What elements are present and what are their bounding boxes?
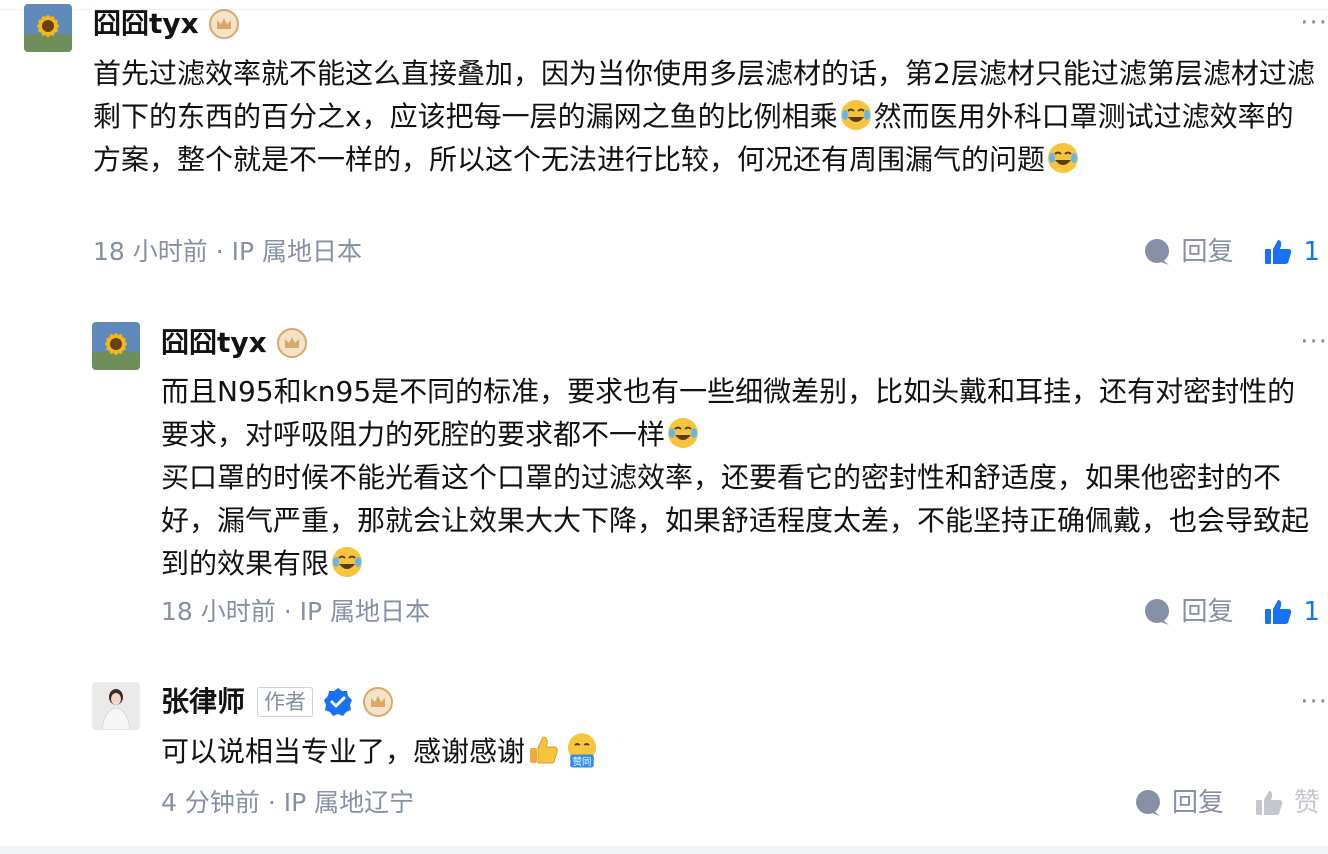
crown-badge-icon <box>208 9 239 39</box>
username-text[interactable]: 张律师 <box>161 684 245 720</box>
more-options-button[interactable]: ··· <box>1288 689 1328 715</box>
avatar[interactable] <box>92 682 140 730</box>
comment-actions: 回复 赞 <box>1134 787 1320 819</box>
comment-time: 4 分钟前 <box>161 788 260 817</box>
reply-bubble-icon <box>1135 790 1160 816</box>
username[interactable]: 张律师 作者 <box>161 684 394 720</box>
meta-separator: · <box>283 597 292 626</box>
like-count[interactable]: 1 <box>1303 596 1320 628</box>
comment-actions: 回复 1 <box>1143 596 1320 628</box>
comment-paragraph: 首先过滤效率就不能这么直接叠加，因为当你使用多层滤材的话，第2层滤材只能过滤第层… <box>93 52 1318 181</box>
comment-content: 而且N95和kn95是不同的标准，要求也有一些细微差别，比如头戴和耳挂，还有对密… <box>161 370 1311 585</box>
reply-button[interactable]: 回复 <box>1143 596 1233 628</box>
more-options-button[interactable]: ··· <box>1288 10 1328 36</box>
comment-content: 首先过滤效率就不能这么直接叠加，因为当你使用多层滤材的话，第2层滤材只能过滤第层… <box>93 52 1318 181</box>
comment-meta: 18 小时前 · IP 属地日本 <box>161 596 430 628</box>
ip-location: IP 属地日本 <box>299 597 431 626</box>
reply-bubble-icon <box>1145 599 1170 625</box>
author-tag: 作者 <box>257 687 314 717</box>
avatar[interactable] <box>24 4 72 52</box>
reply-label[interactable]: 回复 <box>1181 596 1233 628</box>
meta-separator: · <box>267 788 276 817</box>
reply-button[interactable]: 回复 <box>1143 236 1233 268</box>
verified-check-icon <box>324 688 353 716</box>
comment-text: 可以说相当专业了，感谢感谢 <box>161 735 526 768</box>
ip-location: IP 属地日本 <box>231 237 363 266</box>
reply-label[interactable]: 回复 <box>1181 236 1233 268</box>
like-thumb-icon <box>1265 600 1292 624</box>
ip-location: IP 属地辽宁 <box>283 788 415 817</box>
meta-separator: · <box>215 237 224 266</box>
bottom-divider <box>0 846 1328 854</box>
reply-button[interactable]: 回复 <box>1134 787 1224 819</box>
comment-meta: 4 分钟前 · IP 属地辽宁 <box>161 787 414 819</box>
avatar[interactable] <box>92 322 140 370</box>
comment-time: 18 小时前 <box>93 237 208 266</box>
reply-bubble-icon <box>1145 239 1170 265</box>
comment-content: 可以说相当专业了，感谢感谢赞同 <box>161 730 1311 773</box>
comment-paragraph: 可以说相当专业了，感谢感谢赞同 <box>161 730 1311 773</box>
like-button[interactable]: 赞 <box>1254 787 1320 819</box>
laugh-cry-emoji-icon <box>840 100 871 130</box>
comment-text: 而且N95和kn95是不同的标准，要求也有一些细微差别，比如头戴和耳挂，还有对密… <box>161 375 1296 451</box>
comment-meta: 18 小时前 · IP 属地日本 <box>93 236 362 268</box>
username-text[interactable]: 囧囧tyx <box>161 325 267 361</box>
comment-actions: 回复 1 <box>1143 236 1320 268</box>
like-thumb-icon <box>1255 791 1283 815</box>
comment-time: 18 小时前 <box>161 597 276 626</box>
more-options-button[interactable]: ··· <box>1288 329 1328 355</box>
agree-emoji-icon: 赞同 <box>567 733 597 768</box>
username[interactable]: 囧囧tyx <box>161 325 307 361</box>
reply-label[interactable]: 回复 <box>1172 787 1224 819</box>
laugh-cry-emoji-icon <box>332 547 363 577</box>
like-count[interactable]: 1 <box>1303 236 1320 268</box>
thumbs-up-emoji-icon <box>530 736 558 764</box>
agree-emoji-label: 赞同 <box>573 756 592 768</box>
like-button[interactable]: 1 <box>1263 236 1320 268</box>
like-label[interactable]: 赞 <box>1294 787 1320 819</box>
like-thumb-icon <box>1265 240 1292 264</box>
like-button[interactable]: 1 <box>1263 596 1320 628</box>
username-text[interactable]: 囧囧tyx <box>93 6 199 42</box>
username[interactable]: 囧囧tyx <box>93 6 239 42</box>
comment-paragraph: 而且N95和kn95是不同的标准，要求也有一些细微差别，比如头戴和耳挂，还有对密… <box>161 370 1311 456</box>
comment-paragraph: 买口罩的时候不能光看这个口罩的过滤效率，还要看它的密封性和舒适度，如果他密封的不… <box>161 456 1311 585</box>
crown-badge-icon <box>276 328 307 358</box>
crown-badge-icon <box>363 687 394 717</box>
laugh-cry-emoji-icon <box>668 418 699 448</box>
laugh-cry-emoji-icon <box>1048 143 1079 173</box>
